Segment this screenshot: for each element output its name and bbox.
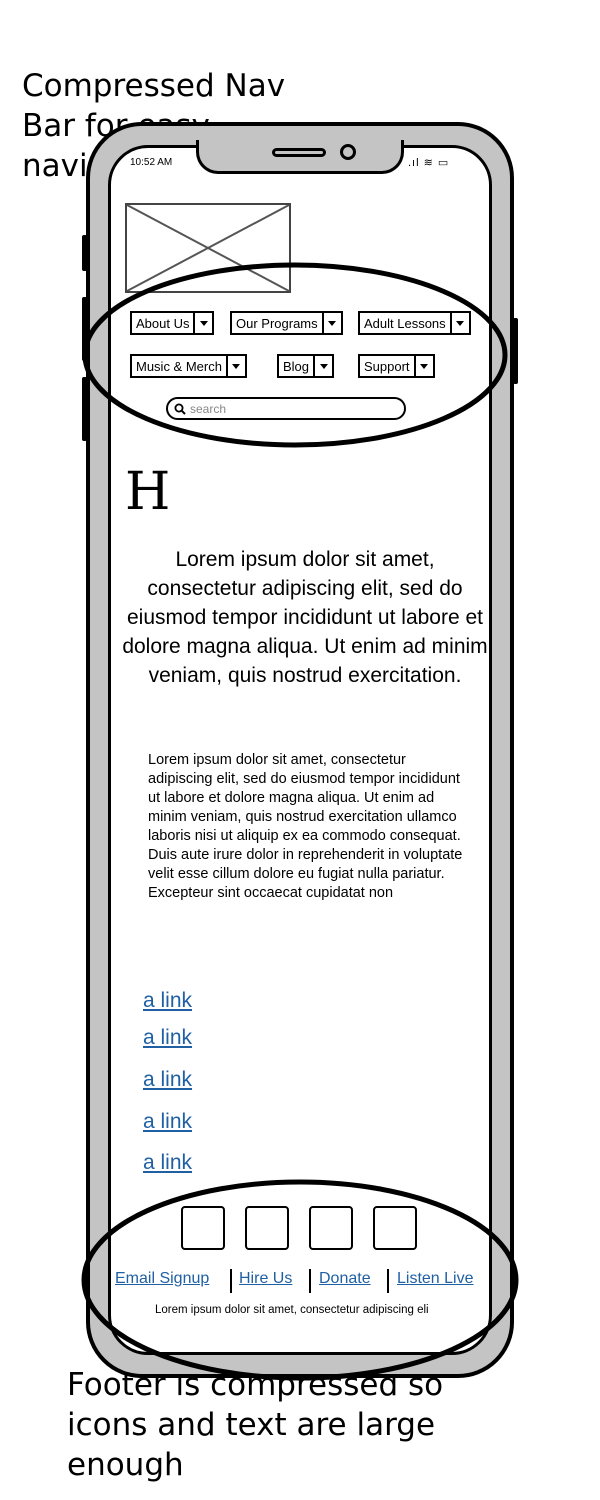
volume-up-button [82,235,87,271]
nav-adult-lessons-dropdown[interactable]: Adult Lessons [358,311,471,335]
lead-paragraph: Lorem ipsum dolor sit amet, consectetur … [122,548,488,687]
chevron-down-icon [449,313,469,333]
content-link[interactable]: a link [143,1151,192,1175]
nav-our-programs-label: Our Programs [236,315,318,331]
search-icon [174,403,186,415]
status-icons: .ıl ≋ ▭ [408,156,449,169]
footer-separator [230,1269,232,1293]
body-paragraph: Lorem ipsum dolor sit amet, consectetur … [148,752,463,901]
footer-separator [309,1269,311,1293]
nav-blog-dropdown[interactable]: Blog [277,354,335,378]
footer-link-hire-us[interactable]: Hire Us [239,1270,292,1288]
chevron-down-icon [321,313,341,333]
social-icon-placeholder[interactable] [373,1206,417,1250]
search-placeholder: search [190,401,227,416]
power-button [513,318,518,384]
nav-music-merch-dropdown[interactable]: Music & Merch [130,354,247,378]
footer-annotation: Footer is compressed so icons and text a… [67,1367,444,1483]
footer-link-listen-live[interactable]: Listen Live [397,1270,474,1288]
phone-notch [196,140,404,174]
status-time: 10:52 AM [130,157,173,168]
chevron-down-icon [313,356,332,376]
logo-image-placeholder [125,203,291,293]
mute-switch [82,377,87,441]
search-input[interactable]: search [166,397,406,420]
chevron-down-icon [193,313,212,333]
nav-about-us-label: About Us [136,315,190,331]
signal-icon: .ıl [408,157,420,169]
content-link[interactable]: a link [143,989,192,1013]
footer-text: Lorem ipsum dolor sit amet, consectetur … [155,1304,429,1316]
chevron-down-icon [413,356,433,376]
content-link[interactable]: a link [143,1068,192,1092]
page-heading: H [125,462,171,522]
chevron-down-icon [225,356,245,376]
nav-support-dropdown[interactable]: Support [358,354,435,378]
social-icon-placeholder[interactable] [245,1206,289,1250]
social-icon-placeholder[interactable] [309,1206,353,1250]
nav-blog-label: Blog [283,358,310,374]
front-camera [340,144,356,160]
nav-adult-lessons-label: Adult Lessons [364,315,446,331]
content-link[interactable]: a link [143,1110,192,1134]
nav-music-merch-label: Music & Merch [136,358,222,374]
content-link[interactable]: a link [143,1026,192,1050]
nav-about-us-dropdown[interactable]: About Us [130,311,215,335]
wifi-icon: ≋ [423,157,434,169]
speaker-grille [272,148,326,157]
volume-down-button [82,297,87,361]
social-icon-placeholder[interactable] [181,1206,225,1250]
footer-separator [387,1269,389,1293]
nav-our-programs-dropdown[interactable]: Our Programs [230,311,343,335]
footer-link-donate[interactable]: Donate [319,1270,371,1288]
battery-icon: ▭ [437,157,450,169]
footer-link-email-signup[interactable]: Email Signup [115,1270,209,1288]
nav-support-label: Support [364,358,410,374]
